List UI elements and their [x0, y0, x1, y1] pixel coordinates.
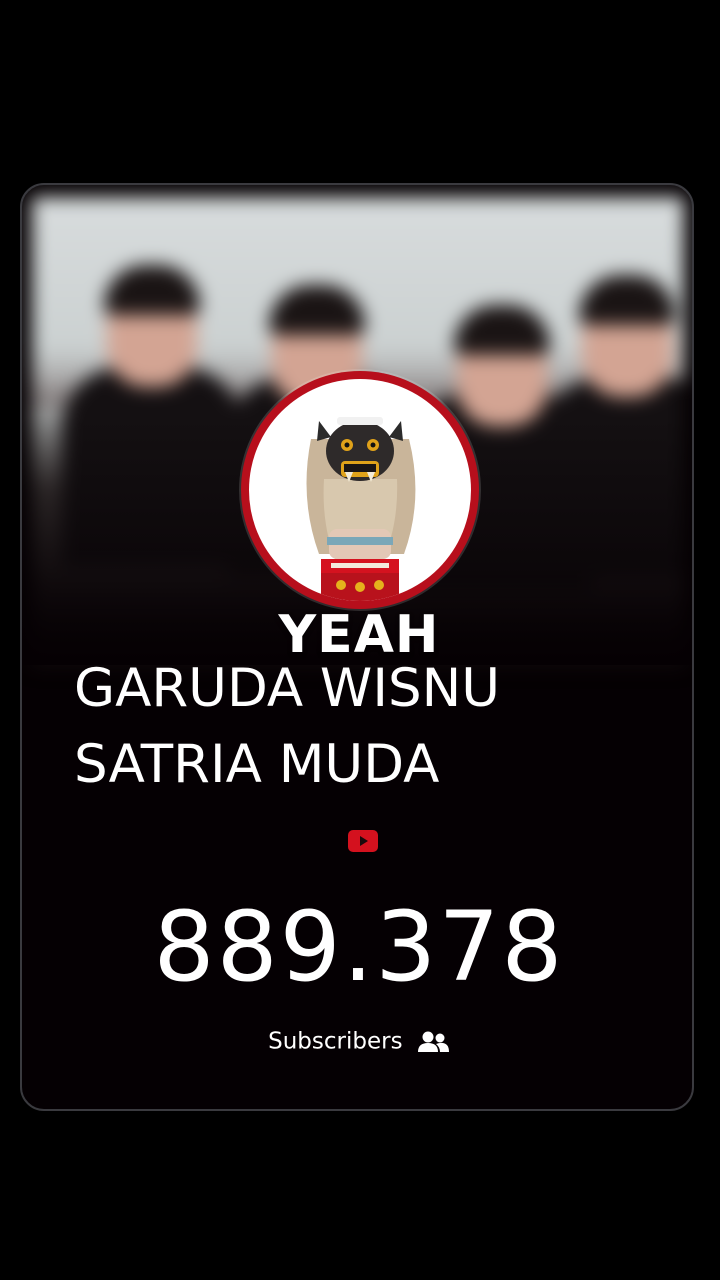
channel-name: GARUDA WISNU SATRIA MUDA [74, 651, 634, 803]
users-icon [417, 1031, 449, 1052]
subscriber-label: Subscribers [268, 1028, 403, 1055]
youtube-icon [348, 830, 378, 852]
channel-avatar [241, 371, 479, 609]
channel-name-line-2: SATRIA MUDA [74, 734, 440, 795]
barong-mask-avatar-image [306, 417, 416, 601]
subscriber-card: YEAH GARUDA WISNU SATRIA MUDA 889.378 Su… [20, 183, 694, 1111]
subscriber-count: 889.378 [153, 891, 565, 1003]
subscriber-label-row: Subscribers [22, 1028, 692, 1055]
channel-name-line-1: GARUDA WISNU [74, 658, 501, 719]
